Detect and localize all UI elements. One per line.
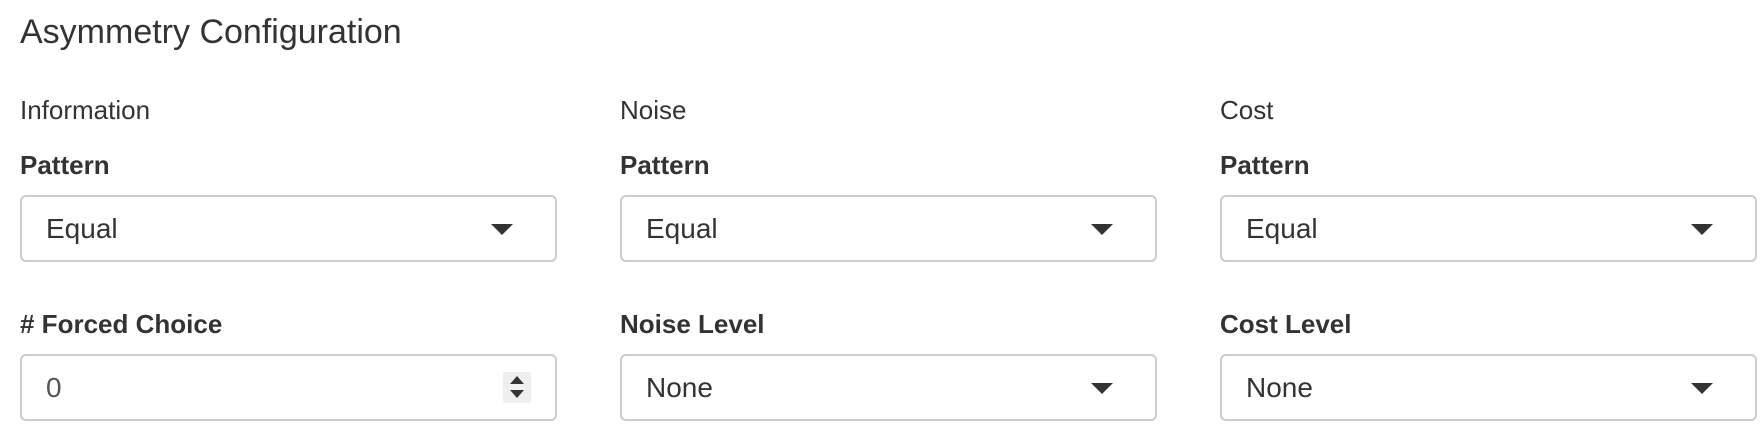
spinner-icon[interactable] xyxy=(503,372,531,403)
forced-choice-value: 0 xyxy=(46,372,62,403)
cost-level-select[interactable]: None xyxy=(1220,354,1757,421)
noise-pattern-select[interactable]: Equal xyxy=(620,195,1157,262)
forced-choice-input[interactable]: 0 xyxy=(20,354,557,421)
chevron-down-icon xyxy=(1691,383,1713,394)
spin-down-icon[interactable] xyxy=(510,390,524,398)
noise-level-select[interactable]: None xyxy=(620,354,1157,421)
cost-level-value: None xyxy=(1246,372,1313,403)
cost-level-label: Cost Level xyxy=(1220,309,1352,339)
cost-pattern-label: Pattern xyxy=(1220,150,1310,180)
section-title: Asymmetry Configuration xyxy=(20,13,402,51)
chevron-down-icon xyxy=(1091,383,1113,394)
chevron-down-icon xyxy=(491,224,513,235)
noise-pattern-label: Pattern xyxy=(620,150,710,180)
noise-level-value: None xyxy=(646,372,713,403)
spin-up-icon[interactable] xyxy=(510,376,524,384)
asymmetry-configuration-panel: Asymmetry Configuration Information Patt… xyxy=(0,0,1762,440)
information-pattern-value: Equal xyxy=(46,213,118,244)
noise-pattern-value: Equal xyxy=(646,213,718,244)
chevron-down-icon xyxy=(1091,224,1113,235)
noise-level-label: Noise Level xyxy=(620,309,765,339)
cost-pattern-select[interactable]: Equal xyxy=(1220,195,1757,262)
information-pattern-select[interactable]: Equal xyxy=(20,195,557,262)
cost-heading: Cost xyxy=(1220,95,1274,125)
information-heading: Information xyxy=(20,95,151,125)
noise-heading: Noise xyxy=(620,95,687,125)
forced-choice-label: # Forced Choice xyxy=(20,309,223,339)
information-pattern-label: Pattern xyxy=(20,150,110,180)
chevron-down-icon xyxy=(1691,224,1713,235)
cost-pattern-value: Equal xyxy=(1246,213,1318,244)
